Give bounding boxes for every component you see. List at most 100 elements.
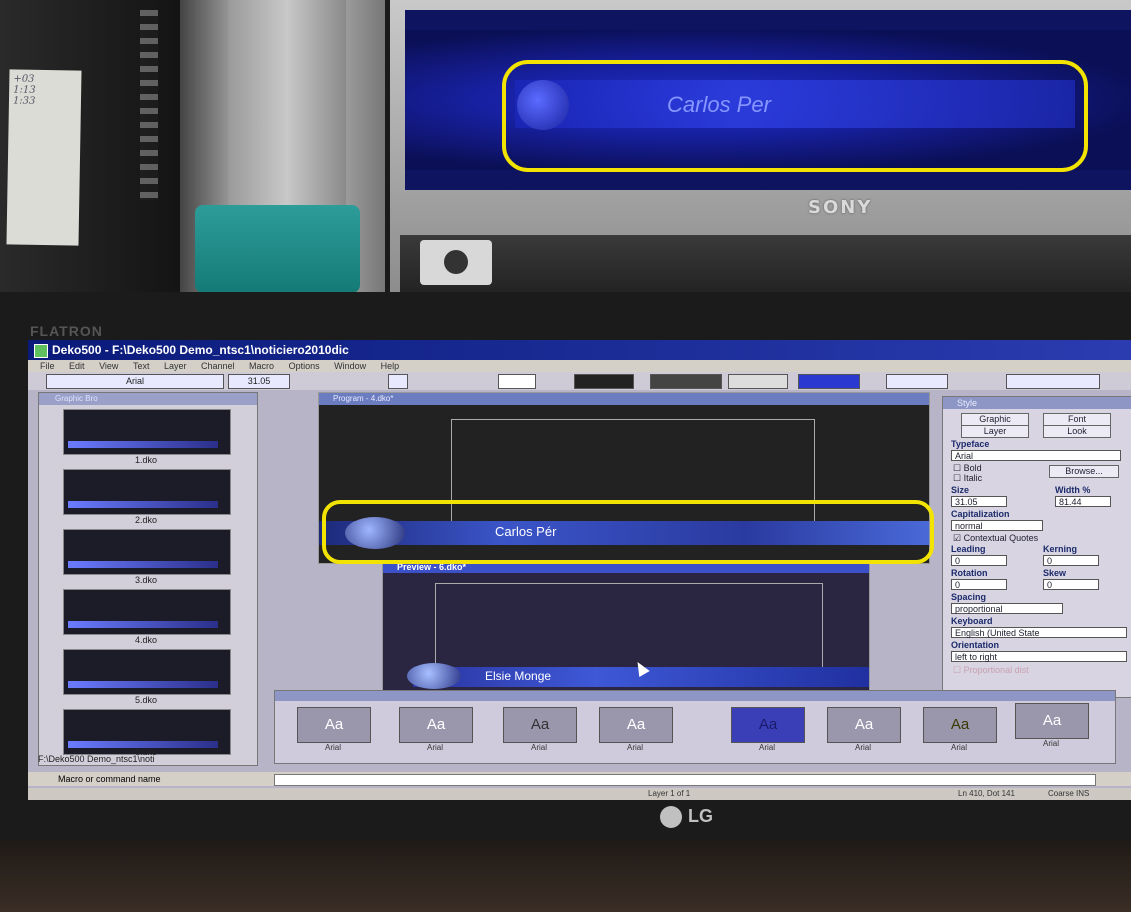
swatch-font: Arial [1042,739,1059,748]
rack-rail [140,10,158,200]
font-select[interactable]: Arial [46,374,224,389]
menu-layer[interactable]: Layer [164,360,187,372]
style-panel: Style Graphic Font Layer Look Typeface A… [942,396,1131,698]
leading-label: Leading [951,544,986,554]
tab-look[interactable]: Look [1043,425,1111,438]
kerning-field[interactable]: 0 [1043,555,1099,566]
skew-field[interactable]: 0 [1043,579,1099,590]
size-field[interactable]: 31.05 [951,496,1007,507]
status-bar: Layer 1 of 1 Ln 410, Dot 141 Coarse INS [28,788,1131,800]
swatch-font: Arial [854,743,871,752]
thumbnail-2[interactable] [63,469,231,515]
size-label: Size [951,485,970,495]
matte-color-button[interactable] [798,374,860,389]
face-color-button[interactable] [498,374,536,389]
capitalization-select[interactable]: normal [951,520,1043,531]
menu-options[interactable]: Options [289,360,320,372]
paper-note: +03 1:13 1:33 [6,69,82,246]
orientation-select[interactable]: left to right [951,651,1127,662]
style-swatch[interactable]: Aa [827,707,901,743]
menu-view[interactable]: View [99,360,118,372]
style-swatch[interactable]: Aa [503,707,577,743]
style-swatch[interactable]: Aa [923,707,997,743]
text-style-buttons[interactable] [886,374,948,389]
typeface-select[interactable]: Arial [951,450,1121,461]
style-panel-title: Style [943,397,1131,409]
menu-window[interactable]: Window [334,360,366,372]
status-position: Ln 410, Dot 141 [958,789,1015,798]
lg-logo: LG [660,806,713,829]
swatch-font: Arial [324,743,341,752]
disabled-checkbox: ☐ Proportional dist [953,665,1029,675]
italic-checkbox[interactable]: ☐ Italic [953,473,982,484]
thumbnail-1[interactable] [63,409,231,455]
spacing-select[interactable]: proportional [951,603,1063,614]
flatron-logo: FLATRON [30,323,103,339]
swatch-font: Arial [426,743,443,752]
keyboard-label: Keyboard [951,616,993,626]
app-title-bar: Deko500 - F:\Deko500 Demo_ntsc1\noticier… [28,340,1131,360]
style-swatch[interactable]: Aa [599,707,673,743]
rotation-field[interactable]: 0 [951,579,1007,590]
app-icon [34,344,48,358]
swatch-font: Arial [626,743,643,752]
styles-palette: Aa Arial Aa Arial Aa Arial Aa Arial Aa A… [274,690,1116,764]
tab-layer[interactable]: Layer [961,425,1029,438]
underline-color-button[interactable] [728,374,788,389]
menu-channel[interactable]: Channel [201,360,235,372]
menu-help[interactable]: Help [381,360,400,372]
thumbnail-4[interactable] [63,589,231,635]
menu-bar: File Edit View Text Layer Channel Macro … [28,360,1131,372]
fill-color-button[interactable] [388,374,408,389]
contextual-quotes-checkbox[interactable]: ☑ Contextual Quotes [953,533,1038,544]
edge-color-button[interactable] [574,374,634,389]
preview-lower-third-name: Elsie Monge [485,669,552,683]
menu-macro[interactable]: Macro [249,360,274,372]
globe-icon [407,663,461,689]
toolbar: Arial 31.05 [28,372,1131,390]
swatch-font: Arial [530,743,547,752]
style-swatch[interactable]: Aa [297,707,371,743]
keyboard-select[interactable]: English (United State [951,627,1127,638]
typeface-label: Typeface [951,439,990,449]
status-mode: Coarse INS [1048,789,1090,798]
font-size-field[interactable]: 31.05 [228,374,290,389]
highlight-box-program [322,500,934,564]
alignment-buttons[interactable] [1006,374,1100,389]
style-swatch[interactable]: Aa [399,707,473,743]
tower-base [195,205,360,293]
thumbnail-label: 2.dko [134,515,158,525]
skew-label: Skew [1043,568,1067,578]
width-label: Width % [1055,485,1091,495]
thumbnail-label: 5.dko [134,695,158,705]
thumbnail-5[interactable] [63,649,231,695]
capitalization-label: Capitalization [951,509,1010,519]
orientation-label: Orientation [951,640,1000,650]
styles-palette-title [275,691,1115,701]
thumbnail-label: 3.dko [134,575,158,585]
menu-file[interactable]: File [40,360,55,372]
style-swatch[interactable]: Aa [1015,703,1089,739]
leading-field[interactable]: 0 [951,555,1007,566]
macro-input[interactable] [274,774,1096,786]
style-swatch[interactable]: Aa [731,707,805,743]
tower-front-panel [228,0,346,215]
preview-window[interactable]: Preview - 6.dko* Elsie Monge [382,560,870,702]
rotation-label: Rotation [951,568,988,578]
width-field[interactable]: 81.44 [1055,496,1111,507]
menu-edit[interactable]: Edit [69,360,85,372]
thumbnail-3[interactable] [63,529,231,575]
desk [0,840,1131,912]
menu-text[interactable]: Text [133,360,150,372]
sony-control-panel [400,235,1131,295]
macro-label: Macro or command name [58,774,161,784]
spacing-label: Spacing [951,592,987,602]
shadow-color-button[interactable] [650,374,722,389]
graphics-path: F:\Deko500 Demo_ntsc1\noti [38,754,155,764]
swatch-font: Arial [950,743,967,752]
sony-logo: SONY [808,197,873,218]
graphics-browser-title: Graphic Bro [39,393,257,405]
browse-button[interactable]: Browse... [1049,465,1119,478]
thumbnail-label: 1.dko [134,455,158,465]
graphics-browser: Graphic Bro 1.dko 2.dko 3.dko 4.dko 5.dk… [38,392,258,766]
